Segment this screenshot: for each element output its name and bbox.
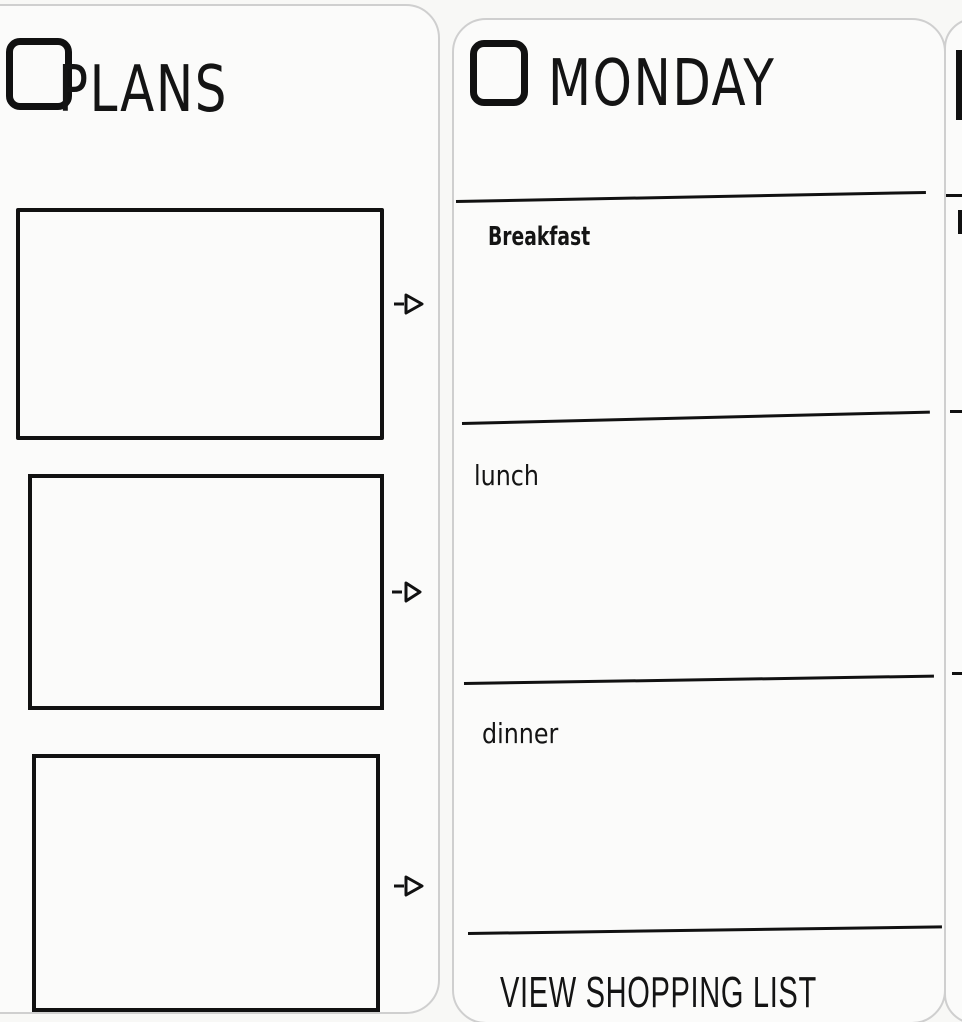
next-day-label-edge	[958, 210, 962, 234]
section-divider	[950, 410, 962, 413]
section-divider	[946, 194, 962, 197]
next-day-checkbox-edge	[956, 50, 962, 120]
meal-label-dinner: dinner	[482, 717, 559, 750]
meal-label-lunch: lunch	[474, 459, 539, 492]
next-day-panel	[944, 18, 962, 1022]
monday-title: MONDAY	[548, 47, 776, 121]
view-shopping-list-label: VIEW SHOPPING LIST	[500, 968, 817, 1017]
view-shopping-list-button[interactable]: VIEW SHOPPING LIST	[500, 964, 920, 1022]
section-divider	[952, 672, 962, 675]
plan-card-3[interactable]	[32, 754, 380, 1012]
monday-panel	[452, 18, 946, 1022]
plan-card-2[interactable]	[28, 474, 384, 710]
meal-label-breakfast: Breakfast	[488, 222, 591, 252]
monday-checkbox[interactable]	[470, 40, 528, 106]
arrow-right-icon[interactable]	[392, 874, 426, 898]
plans-title: PLANS	[58, 53, 229, 127]
arrow-right-icon[interactable]	[392, 292, 426, 316]
sketch-page: PLANS MONDAY Breakfast lunch dinner VIEW…	[0, 0, 962, 1022]
plan-card-1[interactable]	[16, 208, 384, 440]
arrow-right-icon[interactable]	[390, 580, 424, 604]
